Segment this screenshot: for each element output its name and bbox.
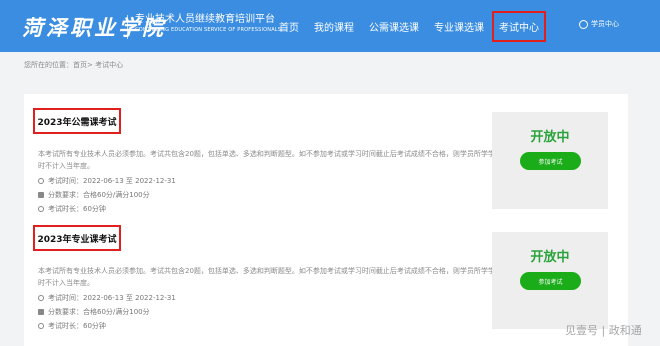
exam-description: 本考试所有专业技术人员必须参加。考试共包含20题，包括单选、多选和判断题型。如不… [38,150,495,170]
exam-time-label: 考试时间： [48,294,83,302]
clock-icon [38,178,44,184]
breadcrumb: 您所在的位置：首页> 考试中心 [24,61,124,69]
platform-subtitle-cn: 专业技术人员继续教育培训平台 [135,14,275,25]
timer-icon [38,323,44,329]
score-icon [38,309,44,315]
exam-status-card: 开放中 参加考试 [492,232,608,329]
top-header: 菏泽职业学院 专业技术人员继续教育培训平台 CONTINUING EDUCATI… [0,0,660,52]
exam-duration-label: 考试时长： [48,322,83,330]
exam-score-value: 合格60分/满分100分 [83,191,150,199]
exam-score-label: 分数要求： [48,191,83,199]
exam-status-card: 开放中 参加考试 [492,112,608,209]
user-icon [579,19,588,29]
exam-duration: 考试时长： 60分钟 [38,204,106,214]
clock-icon [38,295,44,301]
exam-score: 分数要求： 合格60分/满分100分 [38,307,150,317]
logo-divider [127,15,128,39]
exam-score-label: 分数要求： [48,308,83,316]
score-icon [38,192,44,198]
exam-title[interactable]: 2023年专业课考试 [33,225,121,251]
exam-duration-value: 60分钟 [83,322,106,330]
exam-time: 考试时间： 2022-06-13 至 2022-12-31 [38,176,176,186]
exam-duration: 考试时长： 60分钟 [38,321,106,331]
join-exam-button[interactable]: 参加考试 [520,152,581,170]
exam-time: 考试时间： 2022-06-13 至 2022-12-31 [38,293,176,303]
exam-time-label: 考试时间： [48,177,83,185]
exam-status: 开放中 [530,250,570,265]
platform-subtitle: 专业技术人员继续教育培训平台 CONTINUING EDUCATION SERV… [135,14,281,35]
main-nav: 首页 我的课程 公需课选课 专业课选课 考试中心 [279,0,561,52]
nav-my-courses[interactable]: 我的课程 [314,19,354,34]
nav-professional-courses[interactable]: 专业课选课 [434,19,484,34]
watermark: 见壹号 | 政和通 [565,324,642,337]
exam-time-value: 2022-06-13 至 2022-12-31 [83,177,176,185]
user-center-link[interactable]: 学员中心 [579,19,619,29]
exam-status: 开放中 [530,130,570,145]
exam-duration-label: 考试时长： [48,205,83,213]
timer-icon [38,206,44,212]
user-center-label: 学员中心 [591,20,619,28]
platform-subtitle-en: CONTINUING EDUCATION SERVICE OF PROFESSI… [135,27,282,33]
exam-duration-value: 60分钟 [83,205,106,213]
exam-title[interactable]: 2023年公需课考试 [33,108,121,134]
exam-description: 本考试所有专业技术人员必须参加。考试共包含20题，包括单选、多选和判断题型。如不… [38,267,495,287]
nav-home[interactable]: 首页 [279,19,299,34]
exam-list-panel: 2023年公需课考试 本考试所有专业技术人员必须参加。考试共包含20题，包括单选… [24,94,628,346]
join-exam-button[interactable]: 参加考试 [520,272,581,290]
exam-time-value: 2022-06-13 至 2022-12-31 [83,294,176,302]
nav-public-courses[interactable]: 公需课选课 [369,19,419,34]
nav-exam-center[interactable]: 考试中心 [492,10,546,42]
exam-score-value: 合格60分/满分100分 [83,308,150,316]
exam-score: 分数要求： 合格60分/满分100分 [38,190,150,200]
